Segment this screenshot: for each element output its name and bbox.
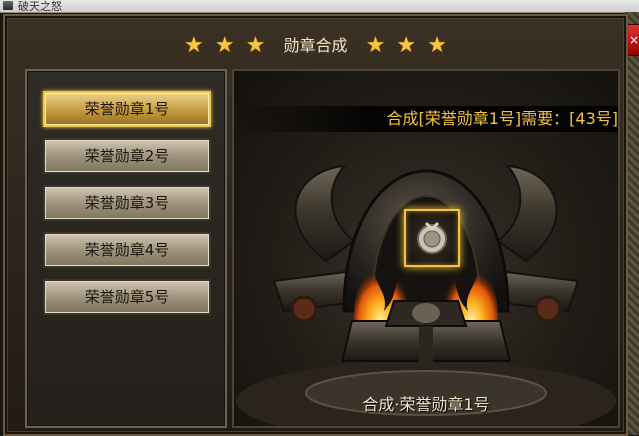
medal-slot[interactable] <box>404 209 460 267</box>
star-icon: ★ <box>365 33 386 58</box>
medal-list-panel: 荣誉勋章1号 荣誉勋章2号 荣誉勋章3号 荣誉勋章4号 荣誉勋章5号 <box>25 69 227 428</box>
medal-synthesis-window: ★ ★ ★ 勋章合成 ★ ★ ★ 荣誉勋章1号 荣誉勋章2号 荣誉勋章3号 荣誉… <box>3 14 628 436</box>
close-icon[interactable]: × <box>629 33 639 47</box>
star-icon: ★ <box>184 33 204 58</box>
medal-icon <box>417 221 447 254</box>
window-title: 破天之怒 <box>18 0 62 13</box>
star-icon: ★ <box>427 33 447 58</box>
medal-item-4[interactable]: 荣誉勋章4号 <box>43 232 211 268</box>
synthesis-requirement: 合成[荣誉勋章1号]需要：[43号] <box>234 106 618 132</box>
medal-item-1[interactable]: 荣誉勋章1号 <box>43 91 211 127</box>
panel-title: 勋章合成 <box>283 36 348 55</box>
medal-item-2[interactable]: 荣誉勋章2号 <box>43 138 211 174</box>
window-titlebar: 破天之怒 <box>0 0 639 13</box>
star-icon: ★ <box>245 33 266 58</box>
star-icon: ★ <box>214 33 235 58</box>
star-icon: ★ <box>396 33 417 58</box>
medal-item-3[interactable]: 荣誉勋章3号 <box>43 185 211 221</box>
synthesis-panel: 合成[荣誉勋章1号]需要：[43号] 合成·荣誉勋章1号 <box>232 69 620 428</box>
synthesize-button[interactable]: 合成·荣誉勋章1号 <box>234 391 618 415</box>
requirement-text: 合成[荣誉勋章1号]需要：[43号] <box>386 109 618 128</box>
app-icon <box>3 1 13 10</box>
medal-item-5[interactable]: 荣誉勋章5号 <box>43 279 211 315</box>
panel-header: ★ ★ ★ 勋章合成 ★ ★ ★ <box>19 26 612 66</box>
close-button[interactable]: × <box>627 24 639 56</box>
